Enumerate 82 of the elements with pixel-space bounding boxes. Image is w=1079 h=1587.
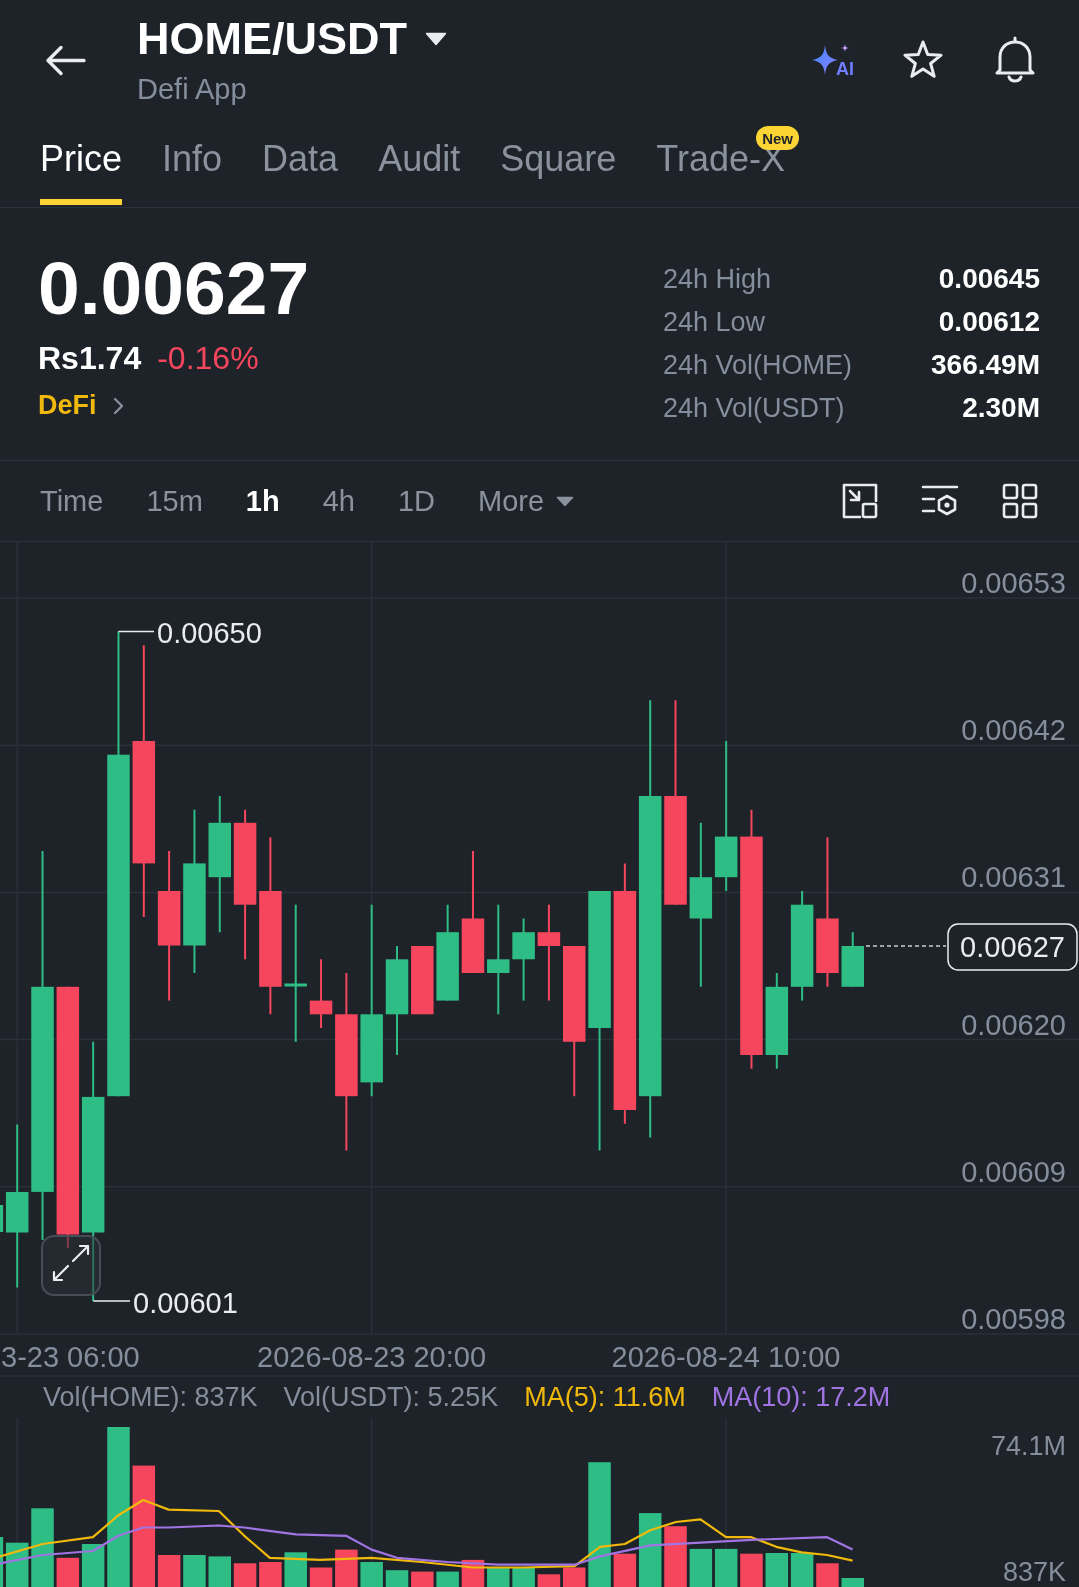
volume-bar <box>360 1562 383 1587</box>
stat-label: 24h Vol(HOME) <box>663 351 853 379</box>
stat-label: 24h High <box>663 265 772 293</box>
more-dropdown[interactable]: More <box>478 486 575 516</box>
price-axis-label: 0.00631 <box>961 861 1066 894</box>
volume-bar <box>284 1552 307 1587</box>
price-axis-label: 0.00620 <box>961 1008 1066 1041</box>
fiat-price: Rs1.74 <box>38 342 142 374</box>
last-price: 0.00627 <box>38 251 310 326</box>
price-axis-label: 0.00642 <box>961 714 1066 747</box>
volume-bar <box>335 1549 358 1587</box>
price-axis-label: 0.00609 <box>961 1155 1066 1188</box>
volume-bar <box>537 1574 561 1587</box>
star-icon[interactable] <box>902 39 944 80</box>
ai-assistant-button[interactable]: AI <box>810 41 854 78</box>
pair-subtitle: Defi App <box>137 75 247 104</box>
stat-label: 24h Vol(USDT) <box>663 394 845 422</box>
time-axis-label: 3-23 06:00 <box>1 1340 140 1373</box>
volume-legend-item: MA(5): 11.6M <box>524 1384 686 1411</box>
current-price-tag: 0.00627 <box>947 923 1078 971</box>
volume-bar <box>487 1567 510 1587</box>
volume-bar <box>714 1548 738 1587</box>
tab[interactable]: Info <box>162 141 223 205</box>
price-axis-label: 0.00653 <box>961 567 1066 599</box>
tab[interactable]: Square <box>500 141 617 205</box>
stat-value: 2.30M <box>962 394 1040 422</box>
pair-selector[interactable]: HOME/USDT <box>137 16 447 61</box>
volume-bar <box>841 1578 864 1587</box>
time-axis-label: 2026-08-23 20:00 <box>257 1340 487 1373</box>
interval-tab[interactable]: 15m <box>146 486 203 516</box>
volume-bar <box>740 1553 763 1587</box>
caret-down-icon <box>425 31 447 46</box>
interval-tab[interactable]: 4h <box>322 486 355 516</box>
volume-axis-label: 837K <box>1002 1557 1066 1587</box>
grid-icon[interactable] <box>1002 483 1038 519</box>
price-axis-label: 0.00598 <box>961 1303 1066 1335</box>
volume-bar <box>563 1567 586 1587</box>
tab[interactable]: Data <box>262 141 339 205</box>
volume-bar <box>385 1570 409 1587</box>
settings-icon[interactable] <box>921 484 959 518</box>
volume-legend-item: Vol(USDT): 5.25K <box>283 1384 499 1411</box>
back-icon[interactable] <box>45 45 86 76</box>
volume-bar <box>689 1548 713 1587</box>
volume-bar <box>309 1567 333 1587</box>
volume-bar <box>208 1556 231 1587</box>
time-axis-label: 2026-08-24 10:00 <box>611 1340 841 1373</box>
leader-line <box>92 1300 131 1302</box>
volume-bar <box>183 1555 206 1587</box>
expand-icon[interactable] <box>41 1235 101 1296</box>
picture-in-picture-icon[interactable] <box>842 483 878 519</box>
stat-value: 0.00645 <box>938 265 1040 293</box>
stat-value: 366.49M <box>931 351 1040 379</box>
leader-line <box>117 630 155 633</box>
volume-bar <box>411 1571 434 1587</box>
volume-bar <box>664 1526 687 1587</box>
stat-value: 0.00612 <box>938 308 1040 336</box>
falling-candle <box>411 946 434 1015</box>
chevron-right-icon <box>112 396 124 415</box>
volume-bar <box>436 1571 459 1587</box>
volume-legend-item: Vol(HOME): 837K <box>43 1384 258 1411</box>
volume-legend-item: MA(10): 17.2M <box>711 1384 891 1411</box>
volume-bar <box>790 1553 814 1587</box>
falling-candle <box>309 958 333 1029</box>
tab-badge: New <box>756 126 799 150</box>
tab[interactable]: Audit <box>378 141 461 205</box>
interval-tab[interactable]: Time <box>40 486 104 516</box>
volume-bar <box>512 1567 535 1587</box>
volume-bar <box>259 1562 282 1587</box>
interval-tab[interactable]: 1D <box>397 486 435 516</box>
volume-bar <box>765 1553 789 1587</box>
rising-candle <box>841 931 864 988</box>
interval-tab[interactable]: 1h <box>245 486 280 516</box>
volume-bar <box>233 1563 257 1587</box>
high-price-label: 0.00650 <box>157 616 262 649</box>
volume-axis-label: 74.1M <box>990 1430 1066 1461</box>
price-change: -0.16% <box>157 342 259 374</box>
caret-down-icon <box>556 495 575 507</box>
low-price-label: 0.00601 <box>133 1286 238 1319</box>
stat-label: 24h Low <box>663 308 766 336</box>
tab[interactable]: Price <box>40 141 123 205</box>
category-link[interactable]: DeFi <box>38 392 124 419</box>
volume-bar <box>816 1563 839 1587</box>
